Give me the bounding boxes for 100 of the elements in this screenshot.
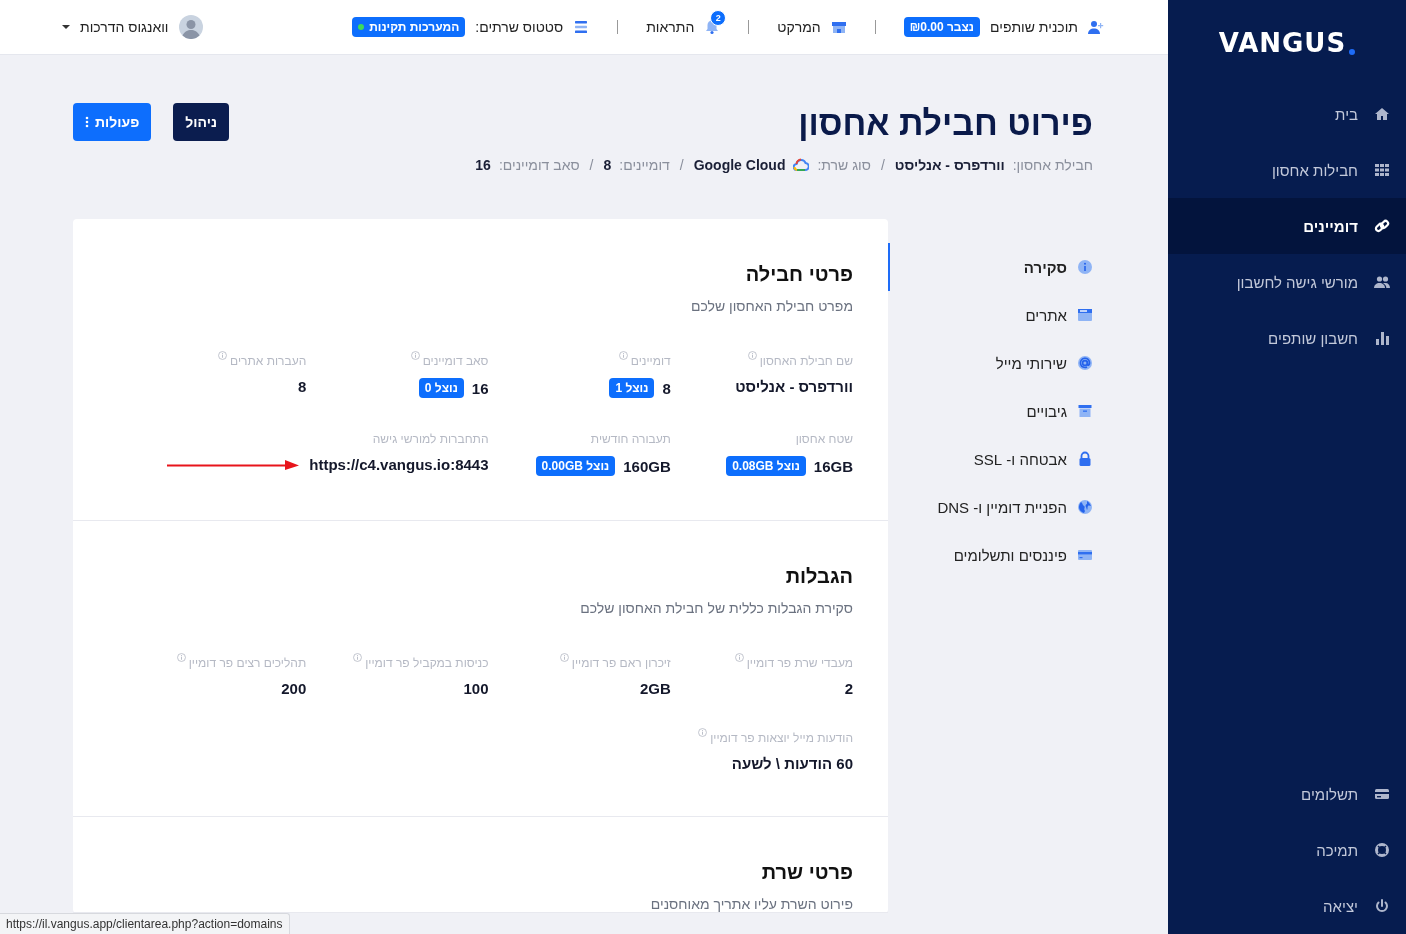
- sidebar-item[interactable]: יציאה: [1168, 878, 1406, 934]
- usage-badge: נוצל 0.08GB: [726, 456, 806, 476]
- sidebar-item[interactable]: תשלומים: [1168, 766, 1406, 822]
- meta-value: וורדפרס - אנליסט: [894, 157, 1005, 173]
- sidebar-item[interactable]: חבילות אחסון: [1168, 142, 1406, 198]
- home-icon: [1374, 106, 1390, 122]
- sidebar-item[interactable]: מורשי גישה לחשבון: [1168, 254, 1406, 310]
- section-subtitle: סקירת הגבלות כללית של חבילת האחסון שלכם: [579, 600, 853, 616]
- field-value: 160GB: [623, 457, 671, 475]
- notification-count: 2: [710, 10, 727, 26]
- field-value: 8: [297, 378, 307, 395]
- field-value: https://c4.vangus.io:8443: [309, 456, 489, 473]
- credit-card-icon: [1077, 547, 1093, 563]
- top-link[interactable]: המרקט: [777, 19, 821, 35]
- field-value: 100: [463, 680, 489, 697]
- section-nav-item[interactable]: הפניית דומיין ו- DNS: [888, 483, 1093, 531]
- status-dot-icon: [358, 24, 365, 30]
- section-nav-item[interactable]: אבטחה ו- SSL: [888, 435, 1093, 483]
- meta-label: סוג שרת:: [817, 157, 871, 173]
- usage-badge: נוצל 0: [418, 378, 464, 398]
- users-icon: [1374, 274, 1390, 290]
- meta-value: Google Cloud: [693, 157, 786, 173]
- section-nav-item[interactable]: פיננסים ותשלומים: [888, 531, 1093, 579]
- status-bar-url: https://il.vangus.app/clientarea.php?action=domains: [0, 913, 290, 934]
- field-label: העברות אתרים: [230, 354, 307, 368]
- section-nav-item[interactable]: גיבויים: [888, 387, 1093, 435]
- info-icon: [747, 351, 757, 360]
- meta-label: סאב דומיינים:: [498, 157, 580, 173]
- caret-icon[interactable]: [62, 24, 70, 30]
- field-label: שטח אחסון: [795, 432, 853, 446]
- field-value: 16: [471, 379, 489, 397]
- top-link[interactable]: תוכנית שותפים: [990, 19, 1078, 35]
- lifebuoy-icon: [1374, 842, 1390, 858]
- field-value: 2: [844, 680, 853, 697]
- info-icon: [176, 653, 186, 662]
- grid-icon: [1374, 162, 1390, 178]
- card-icon: [1374, 786, 1390, 802]
- field-label: תהליכים רצים פר דומיין: [188, 656, 307, 670]
- store-icon: [830, 19, 847, 35]
- field-label: סאב דומיינים: [422, 354, 489, 368]
- info-icon: [559, 653, 569, 662]
- breadcrumb-separator: /: [589, 157, 594, 173]
- server-list-icon: [573, 19, 590, 35]
- field-label: התחברות למורשי גישה: [372, 432, 489, 446]
- sidebar-item[interactable]: בית: [1168, 86, 1406, 142]
- meta-label: דומיינים:: [619, 157, 670, 173]
- field-value: וורדפרס - אנליסט: [735, 378, 853, 395]
- globe-icon: [1077, 499, 1093, 515]
- cloud-icon: [793, 157, 810, 173]
- field-label: שם חבילת האחסון: [759, 354, 853, 368]
- meta-value: 16: [475, 157, 491, 173]
- breadcrumb-separator: /: [679, 157, 684, 173]
- manage-button[interactable]: ניהול: [173, 103, 229, 141]
- status-badge: המערכות תקינות: [352, 17, 466, 37]
- breadcrumb-separator: /: [880, 157, 885, 173]
- field-label: הודעות מייל יוצאות פר דומיין: [710, 731, 853, 745]
- actions-button[interactable]: פעולות: [73, 103, 152, 141]
- sidebar-item[interactable]: דומיינים: [1168, 198, 1406, 254]
- field-label: תעבורה חודשית: [590, 432, 671, 446]
- field-label: מעבדי שרת פר דומיין: [746, 656, 853, 670]
- sidebar-item[interactable]: תמיכה: [1168, 822, 1406, 878]
- logo-dot-icon: [1349, 49, 1356, 55]
- user-plus-icon: [1088, 19, 1104, 35]
- server-status-label: סטטוס שרתים:: [475, 19, 564, 35]
- section-subtitle: מפרט חבילת האחסון שלכם: [690, 298, 853, 314]
- field-label: זיכרון ראם פר דומיין: [571, 656, 671, 670]
- section-subtitle: פירוט השרת עליו אתריך מאוחסנים: [649, 896, 853, 912]
- field-label: דומיינים: [630, 354, 671, 368]
- field-value: 2GB: [639, 680, 671, 697]
- field-value: 200: [281, 680, 307, 697]
- section-title: פרטי שרת: [760, 861, 853, 884]
- field-value: 16GB: [813, 457, 853, 475]
- usage-badge: נוצל 1: [609, 378, 655, 398]
- logo[interactable]: VANGUS: [1218, 28, 1347, 58]
- info-icon: [734, 653, 744, 662]
- archive-box-icon: [1077, 403, 1093, 419]
- section-title: פרטי חבילה: [744, 263, 853, 286]
- lock-icon: [1077, 451, 1093, 467]
- field-value: 8: [662, 379, 671, 397]
- info-icon: [218, 351, 228, 360]
- section-nav-item[interactable]: אתרים: [888, 291, 1093, 339]
- notifications-link[interactable]: התראות: [646, 19, 695, 35]
- page-title: פירוט חבילת אחסון: [797, 103, 1093, 143]
- more-dots-icon: [85, 116, 89, 128]
- sidebar-item[interactable]: חשבון שותפים: [1168, 310, 1406, 366]
- info-icon: [618, 351, 628, 360]
- section-nav-item[interactable]: שירותי מייל: [888, 339, 1093, 387]
- browser-window-icon: [1077, 307, 1093, 323]
- user-menu[interactable]: וואנגוס הדרכות: [80, 19, 169, 35]
- info-icon: [410, 351, 420, 360]
- field-label: כניסות במקביל פר דומיין: [365, 656, 489, 670]
- balance-badge: נצבר ₪0.00: [903, 17, 981, 37]
- avatar-icon[interactable]: [178, 15, 203, 39]
- power-icon: [1374, 898, 1390, 914]
- info-icon: [353, 653, 363, 662]
- link-icon: [1374, 218, 1390, 234]
- usage-badge: נוצל 0.00GB: [535, 456, 616, 476]
- bar-chart-icon: [1374, 330, 1390, 346]
- meta-value: 8: [603, 157, 612, 173]
- field-value: 60 הודעות \ לשעה: [731, 755, 853, 772]
